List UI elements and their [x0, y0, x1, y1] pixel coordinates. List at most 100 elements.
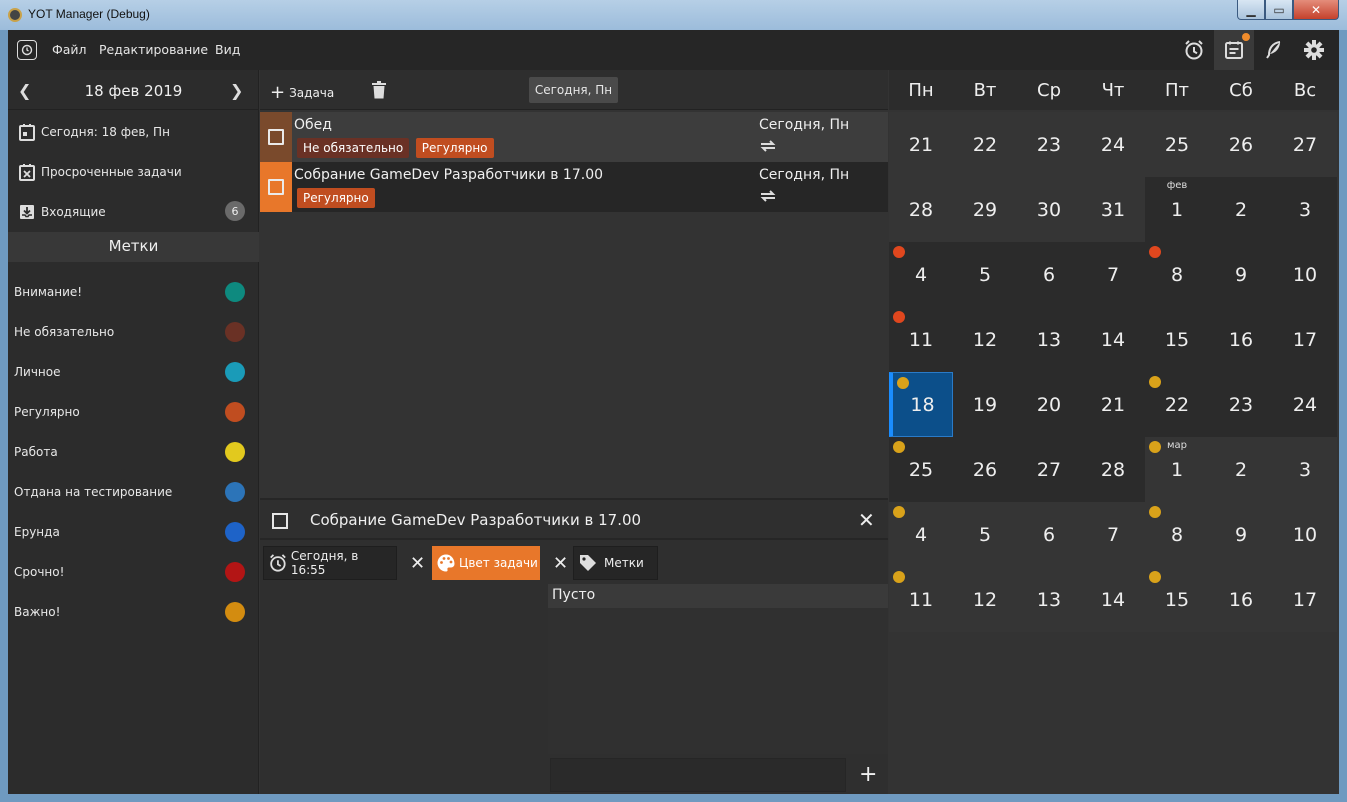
menu-edit[interactable]: Редактирование — [99, 42, 208, 57]
detail-complete-checkbox[interactable] — [272, 513, 288, 529]
calendar-day[interactable]: 12 — [953, 567, 1017, 632]
clear-color-button[interactable]: ✕ — [549, 546, 568, 580]
calendar-day[interactable]: 26 — [953, 437, 1017, 502]
calendar-day[interactable]: 26 — [1209, 112, 1273, 177]
calendar-day[interactable]: 17 — [1273, 307, 1337, 372]
label-item[interactable]: Важно! — [8, 592, 259, 632]
calendar-day[interactable]: 5 — [953, 242, 1017, 307]
calendar-day[interactable]: 7 — [1081, 242, 1145, 307]
task-checkbox[interactable] — [268, 179, 284, 195]
calendar-day[interactable]: 6 — [1017, 502, 1081, 567]
app-clock-icon[interactable] — [17, 40, 37, 60]
calendar-day[interactable]: 12 — [953, 307, 1017, 372]
calendar-day[interactable]: 27 — [1017, 437, 1081, 502]
calendar-day[interactable]: 23 — [1017, 112, 1081, 177]
calendar-day[interactable]: 15 — [1145, 307, 1209, 372]
label-item[interactable]: Ерунда — [8, 512, 259, 552]
calendar-day[interactable]: 22 — [953, 112, 1017, 177]
close-detail-button[interactable]: ✕ — [858, 508, 875, 532]
calendar-day[interactable]: 20 — [1017, 372, 1081, 437]
calendar-day[interactable]: 29 — [953, 177, 1017, 242]
label-item[interactable]: Не обязательно — [8, 312, 259, 352]
calendar-day[interactable]: 4 — [889, 502, 953, 567]
close-window-button[interactable]: ✕ — [1293, 0, 1339, 20]
menu-file[interactable]: Файл — [52, 42, 87, 57]
calendar-day[interactable]: 25 — [889, 437, 953, 502]
calendar-day[interactable]: 21 — [889, 112, 953, 177]
label-item[interactable]: Внимание! — [8, 272, 259, 312]
calendar-day[interactable]: 5 — [953, 502, 1017, 567]
next-day-button[interactable]: ❯ — [230, 81, 243, 100]
calendar-day[interactable]: 28 — [889, 177, 953, 242]
task-notes-area[interactable] — [260, 584, 546, 794]
calendar-day[interactable]: 18 — [889, 372, 953, 437]
minimize-button[interactable]: ▁ — [1237, 0, 1265, 20]
task-checkbox[interactable] — [268, 129, 284, 145]
calendar-day[interactable]: 3 — [1273, 437, 1337, 502]
detail-title[interactable]: Собрание GameDev Разработчики в 17.00 — [310, 511, 641, 529]
inbox-icon — [19, 203, 35, 221]
label-item[interactable]: Личное — [8, 352, 259, 392]
menu-view[interactable]: Вид — [215, 42, 240, 57]
new-subtask-input[interactable] — [550, 758, 846, 792]
calendar-day[interactable]: 8 — [1145, 502, 1209, 567]
calendar-day[interactable]: 28 — [1081, 437, 1145, 502]
label-name: Личное — [14, 365, 61, 379]
alarm-clock-icon[interactable] — [1174, 30, 1214, 70]
calendar-day[interactable]: 11 — [889, 307, 953, 372]
calendar-day[interactable]: 17 — [1273, 567, 1337, 632]
calendar-day[interactable]: 4 — [889, 242, 953, 307]
calendar-day[interactable]: 15 — [1145, 567, 1209, 632]
calendar-day[interactable]: 11 — [889, 567, 953, 632]
calendar-day[interactable]: 23 — [1209, 372, 1273, 437]
due-date-chip[interactable]: Сегодня, в 16:55 — [263, 546, 397, 580]
calendar-day[interactable]: 27 — [1273, 112, 1337, 177]
calendar-day[interactable]: 1 фев — [1145, 177, 1209, 242]
label-item[interactable]: Срочно! — [8, 552, 259, 592]
task-row[interactable]: Собрание GameDev Разработчики в 17.00 Рег… — [260, 162, 888, 212]
calendar-day[interactable]: 8 — [1145, 242, 1209, 307]
calendar-day[interactable]: 21 — [1081, 372, 1145, 437]
calendar-day[interactable]: 1 мар — [1145, 437, 1209, 502]
calendar-day[interactable]: 22 — [1145, 372, 1209, 437]
label-item[interactable]: Регулярно — [8, 392, 259, 432]
sidebar-item-overdue[interactable]: Просроченные задачи — [8, 152, 259, 192]
calendar-day[interactable]: 9 — [1209, 502, 1273, 567]
today-filter-button[interactable]: Сегодня, Пн — [529, 77, 618, 103]
calendar-day[interactable]: 9 — [1209, 242, 1273, 307]
calendar-day[interactable]: 10 — [1273, 242, 1337, 307]
calendar-day[interactable]: 14 — [1081, 567, 1145, 632]
sidebar-item-today[interactable]: Сегодня: 18 фев, Пн — [8, 112, 259, 152]
calendar-day[interactable]: 31 — [1081, 177, 1145, 242]
calendar-day[interactable]: 24 — [1081, 112, 1145, 177]
label-name: Ерунда — [14, 525, 60, 539]
task-color-button[interactable]: Цвет задачи — [432, 546, 540, 580]
task-tags-button[interactable]: Метки — [573, 546, 658, 580]
calendar-day[interactable]: 19 — [953, 372, 1017, 437]
calendar-day[interactable]: 13 — [1017, 567, 1081, 632]
trash-icon[interactable] — [372, 81, 386, 99]
calendar-day[interactable]: 7 — [1081, 502, 1145, 567]
calendar-day[interactable]: 2 — [1209, 437, 1273, 502]
calendar-day[interactable]: 25 — [1145, 112, 1209, 177]
calendar-day[interactable]: 30 — [1017, 177, 1081, 242]
calendar-day[interactable]: 16 — [1209, 307, 1273, 372]
calendar-day[interactable]: 10 — [1273, 502, 1337, 567]
task-row[interactable]: Обед Не обязательно Регулярно Сегодня, Пн — [260, 112, 888, 162]
calendar-day[interactable]: 13 — [1017, 307, 1081, 372]
add-subtask-button[interactable]: + — [859, 762, 877, 787]
feather-icon[interactable] — [1254, 30, 1294, 70]
calendar-day[interactable]: 16 — [1209, 567, 1273, 632]
label-item[interactable]: Отдана на тестирование — [8, 472, 259, 512]
label-item[interactable]: Работа — [8, 432, 259, 472]
add-task-button[interactable]: + Задача — [270, 81, 334, 103]
calendar-day[interactable]: 14 — [1081, 307, 1145, 372]
clear-due-button[interactable]: ✕ — [406, 546, 425, 580]
calendar-day[interactable]: 3 — [1273, 177, 1337, 242]
calendar-day[interactable]: 24 — [1273, 372, 1337, 437]
maximize-button[interactable]: ▭ — [1265, 0, 1293, 20]
calendar-day[interactable]: 6 — [1017, 242, 1081, 307]
calendar-day[interactable]: 2 — [1209, 177, 1273, 242]
gear-icon[interactable] — [1294, 30, 1334, 70]
sidebar-item-inbox[interactable]: Входящие 6 — [8, 192, 259, 232]
